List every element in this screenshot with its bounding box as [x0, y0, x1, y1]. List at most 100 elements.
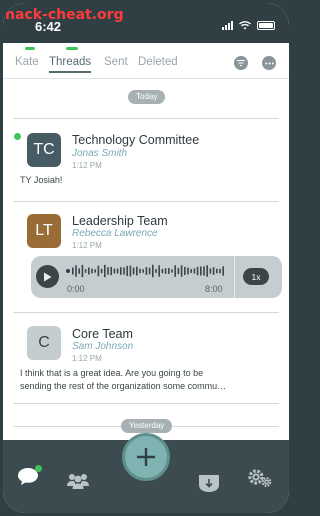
waveform-bar [168, 268, 170, 274]
waveform-bar [152, 264, 154, 278]
waveform-bar [171, 269, 173, 273]
tab-deleted[interactable]: Deleted [138, 56, 178, 68]
audio-end-time: 8:00 [205, 284, 223, 294]
waveform-bar [222, 266, 224, 276]
thread-title: Leadership Team [72, 214, 168, 228]
waveform-bar [219, 268, 221, 274]
thread-author: Rebecca Lawrence [72, 228, 158, 239]
waveform-bar [100, 268, 103, 274]
compose-icon [137, 448, 155, 466]
thread-preview: TY Josiah! [20, 175, 63, 185]
waveform-bar [177, 267, 180, 275]
waveform-bar [184, 266, 186, 276]
signal-icon [222, 21, 233, 30]
waveform-bar [110, 266, 112, 276]
waveform-bar [193, 268, 196, 274]
inbox-icon[interactable] [197, 473, 221, 493]
phone-frame: hack-cheat.org 6:42 Kate Threads Sent De… [3, 3, 289, 513]
waveform-bar [84, 269, 87, 273]
waveform-bar [164, 268, 167, 274]
waveform-bar [132, 267, 135, 275]
thread-time: 1:12 PM [72, 354, 102, 363]
notification-dot [35, 465, 42, 472]
thread-title: Core Team [72, 327, 133, 341]
filter-icon[interactable] [234, 56, 248, 70]
waveform-bar [161, 268, 164, 274]
tab-threads-indicator [66, 47, 78, 50]
waveform-bar [72, 267, 74, 275]
day-label-yesterday: Yesterday [121, 419, 173, 433]
waveform-bar [174, 265, 176, 277]
waveform-bar [155, 269, 157, 273]
waveform-bar [206, 265, 208, 277]
status-icons [222, 21, 275, 30]
thread-preview-line-1: I think that is a great idea. Are you go… [20, 368, 204, 378]
thread-title: Technology Committee [72, 133, 200, 147]
waveform-bar [94, 269, 96, 273]
tab-sent[interactable]: Sent [104, 56, 128, 68]
waveform-bar [88, 267, 90, 275]
thread-divider [13, 201, 279, 202]
waveform-bar [136, 266, 138, 276]
waveform-bar [126, 265, 128, 277]
unread-indicator [14, 133, 21, 140]
thread-list: Today TC Technology Committee Jonas Smit… [3, 80, 289, 440]
waveform-bar [209, 268, 212, 274]
waveform-bar [212, 267, 215, 275]
waveform-bar [91, 268, 93, 274]
tab-threads[interactable]: Threads [49, 56, 92, 73]
waveform-bar [97, 265, 100, 277]
playhead [66, 269, 70, 273]
waveform-bar [78, 268, 80, 274]
waveform-bar [187, 267, 189, 275]
waveform-bar [203, 266, 205, 276]
waveform-bar [142, 269, 144, 273]
settings-icon[interactable] [247, 467, 273, 489]
audio-start-time: 0:00 [67, 284, 85, 294]
waveform-bar [145, 267, 148, 275]
waveform-bar [113, 268, 116, 274]
thread-preview-line-2: sending the rest of the organization som… [20, 381, 227, 391]
tab-threads-label: Threads [49, 56, 92, 68]
day-separator-line [13, 118, 279, 119]
waveform-bar [200, 266, 202, 276]
waveform-bar [107, 267, 109, 275]
waveform-bar [180, 265, 183, 277]
audio-divider [234, 256, 235, 298]
tab-bar: Kate Threads Sent Deleted [3, 43, 289, 79]
tab-kate-indicator [25, 47, 35, 50]
play-icon [44, 272, 52, 281]
waveform-bar [129, 265, 132, 277]
battery-icon [257, 21, 275, 30]
tab-kate[interactable]: Kate [15, 56, 39, 68]
waveform-bar [139, 268, 141, 274]
waveform-bar [190, 269, 192, 273]
waveform-bar [158, 265, 160, 277]
thread-author: Jonas Smith [72, 148, 128, 159]
waveform-bar [120, 267, 122, 275]
more-icon[interactable] [262, 56, 276, 70]
play-button[interactable] [36, 265, 59, 288]
people-icon[interactable] [66, 472, 90, 490]
avatar: TC [27, 133, 61, 167]
playback-speed-button[interactable]: 1x [243, 268, 269, 285]
avatar: LT [27, 214, 61, 248]
waveform-bar [216, 268, 218, 274]
audio-message-player: 0:00 8:00 1x [31, 256, 282, 298]
chat-icon[interactable] [17, 465, 42, 486]
audio-waveform[interactable] [66, 264, 226, 278]
waveform-bar [148, 267, 151, 275]
waveform-bar [75, 265, 77, 277]
thread-author: Sam Johnson [72, 341, 134, 352]
status-time: 6:42 [35, 19, 62, 34]
thread-time: 1:12 PM [72, 161, 102, 170]
waveform-bar [123, 267, 125, 275]
status-bar: hack-cheat.org 6:42 [3, 3, 289, 43]
day-label-today: Today [128, 90, 166, 104]
thread-divider [13, 403, 279, 404]
waveform-bar [81, 264, 84, 278]
wifi-icon [239, 21, 251, 30]
waveform-bar [196, 266, 199, 276]
compose-button[interactable] [122, 433, 170, 481]
waveform-bar [116, 268, 119, 274]
